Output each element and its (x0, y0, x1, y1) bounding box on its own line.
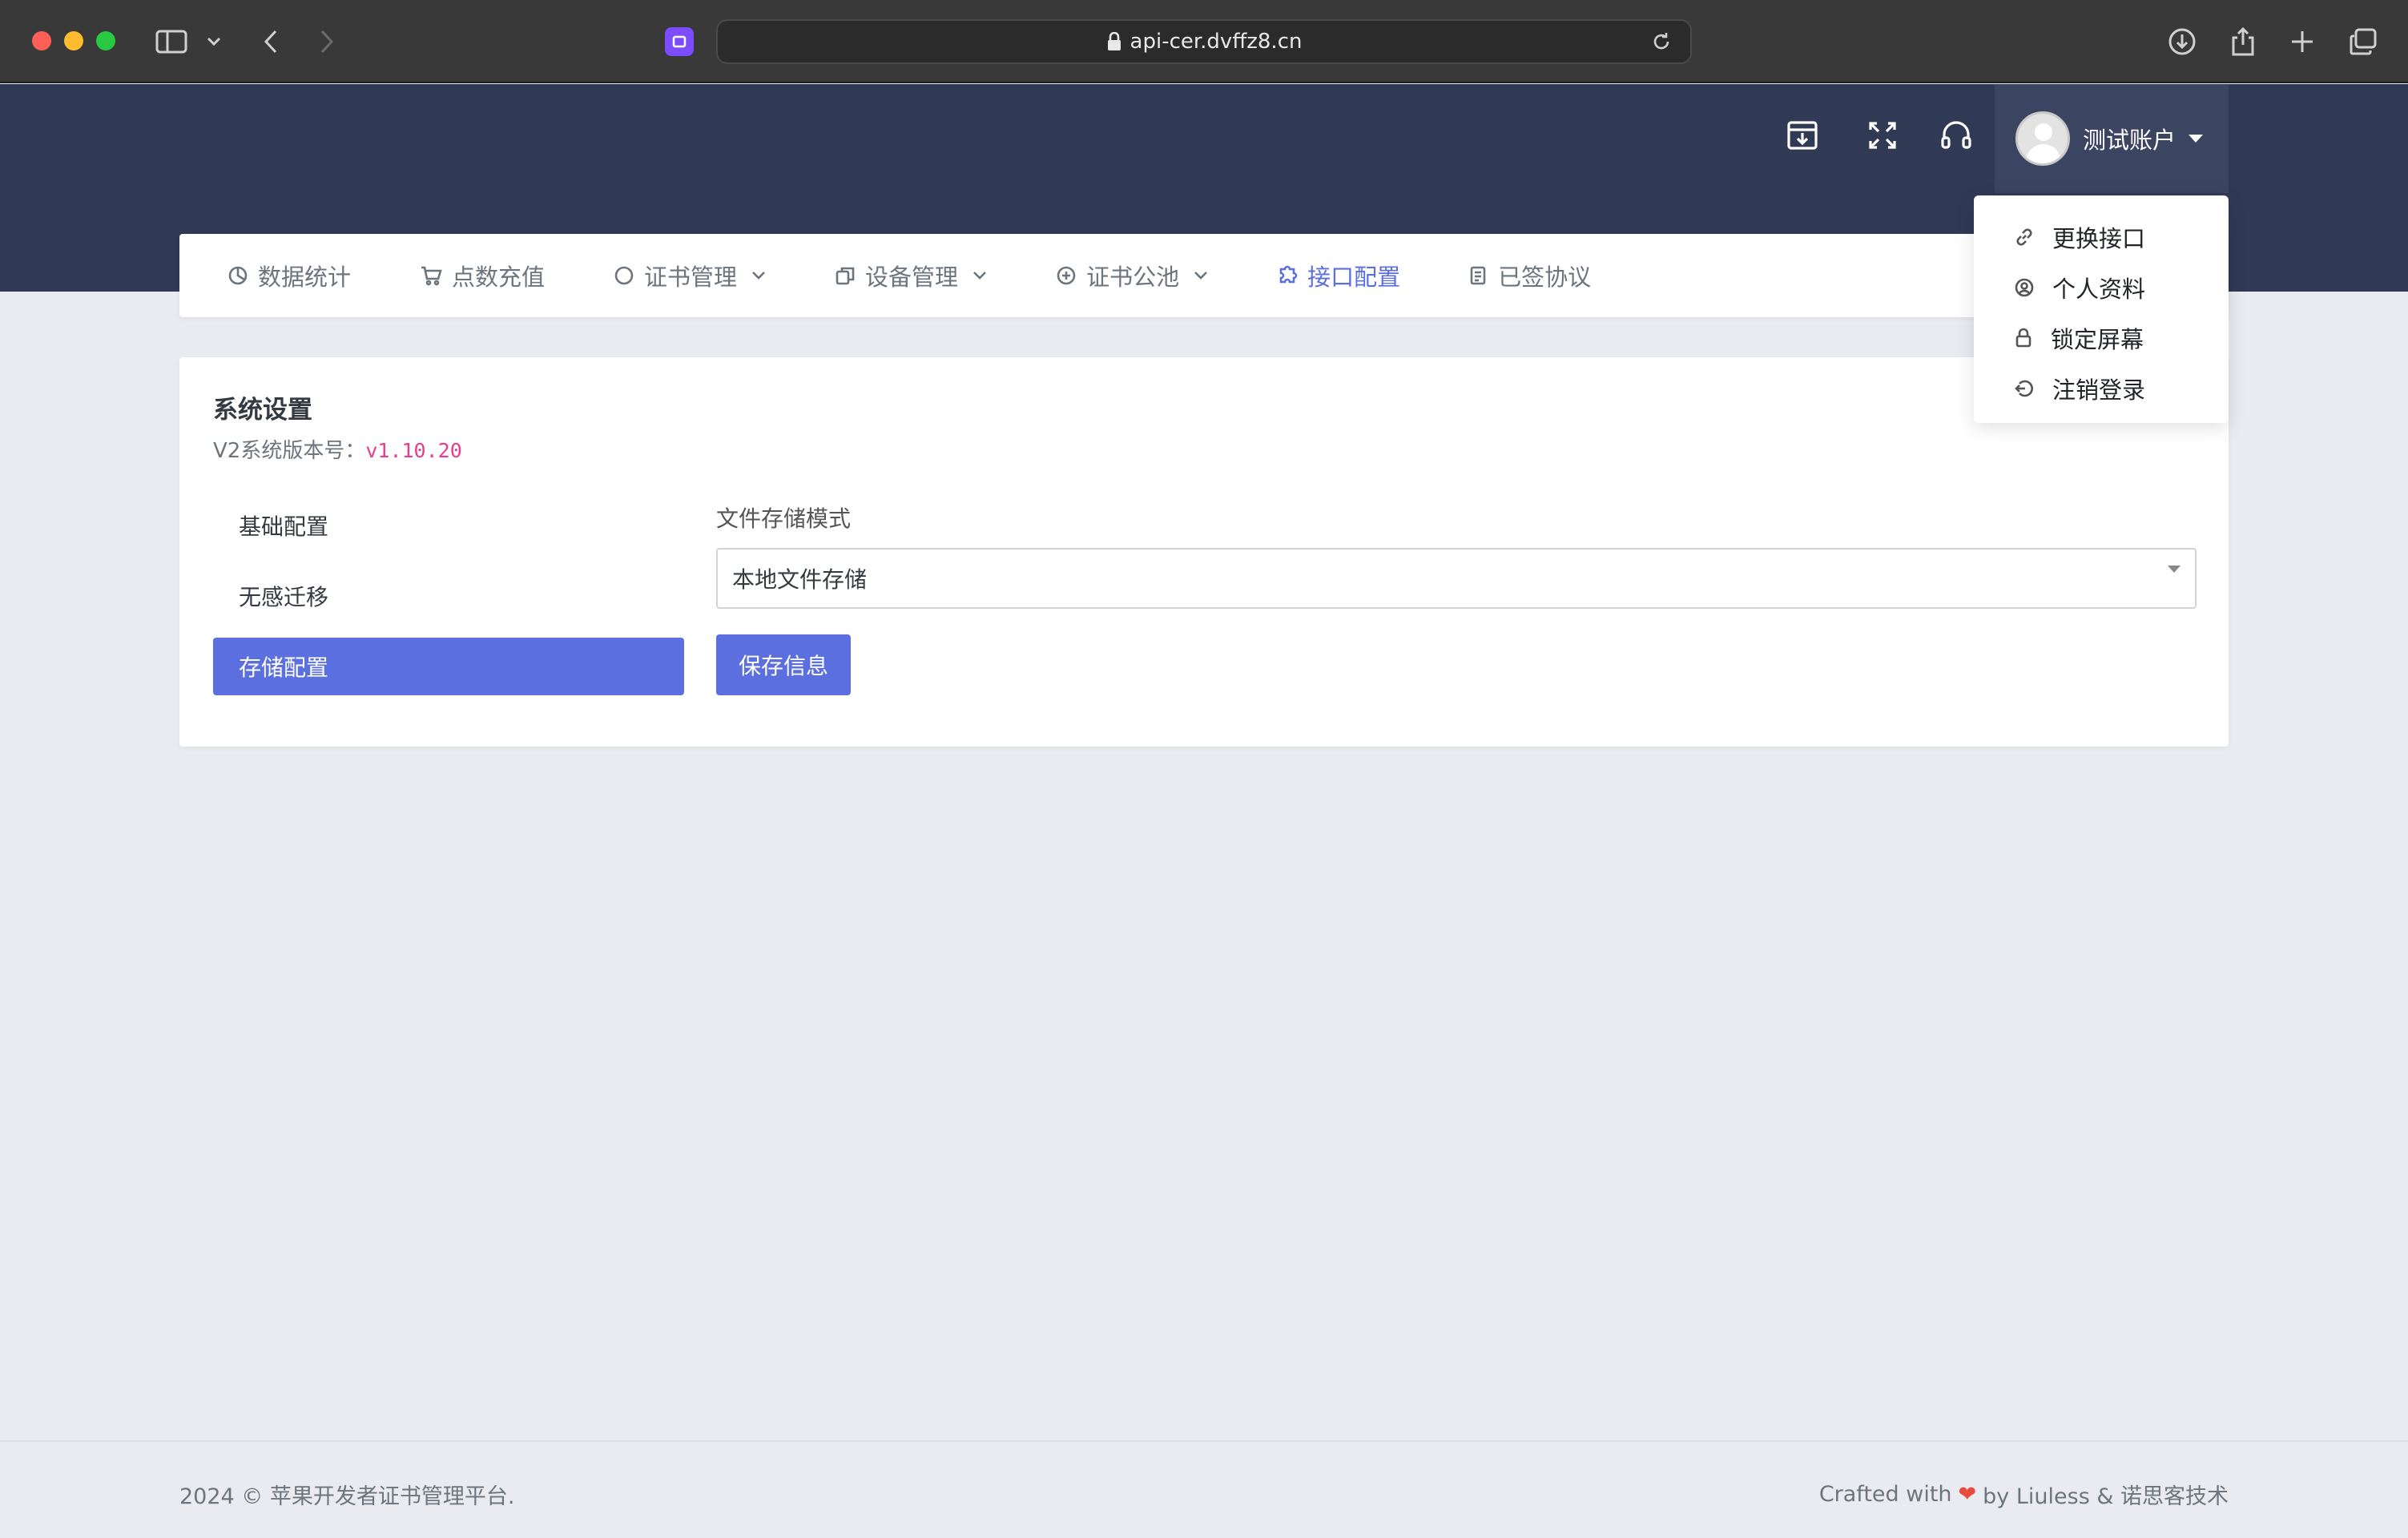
page-footer: 2024 © 苹果开发者证书管理平台. Crafted with ❤ by Li… (0, 1440, 2408, 1538)
menu-item-change-api[interactable]: 更换接口 (1974, 211, 2229, 262)
sidebar-toggle-icon[interactable] (155, 26, 187, 58)
logout-icon (2015, 380, 2033, 397)
avatar (2015, 111, 2070, 166)
settings-side-menu: 基础配置 无感迁移 存储配置 (213, 497, 684, 708)
extension-icon[interactable] (665, 27, 694, 56)
menu-item-label: 个人资料 (2052, 275, 2146, 303)
minimize-window-button[interactable] (64, 31, 83, 50)
side-item-seamless-migration[interactable]: 无感迁移 (213, 567, 684, 625)
forward-icon[interactable] (311, 26, 343, 58)
footer-credits-suffix: by Liuless & 诺思客技术 (1983, 1484, 2229, 1509)
storage-mode-value: 本地文件存储 (732, 566, 868, 593)
menu-item-label: 锁定屏幕 (2051, 325, 2144, 353)
maximize-window-button[interactable] (96, 31, 115, 50)
puzzle-icon (1279, 265, 1298, 284)
browser-toolbar: api-cer.dvffz8.cn (0, 0, 2408, 83)
version-value: v1.10.20 (365, 439, 462, 462)
user-account-toggle[interactable]: 测试账户 (1995, 84, 2229, 193)
circle-icon (614, 266, 634, 285)
menu-item-label: 更换接口 (2052, 224, 2146, 252)
link-icon (2016, 227, 2032, 246)
tab-overview-icon[interactable] (2347, 26, 2379, 58)
nav-item-statistics[interactable]: 数据统计 (228, 259, 351, 292)
nav-item-signed-agreements[interactable]: 已签协议 (1469, 259, 1591, 292)
user-circle-icon (2015, 278, 2034, 296)
menu-item-label: 注销登录 (2052, 376, 2146, 404)
fullscreen-icon[interactable] (1863, 116, 1902, 155)
lock-icon (2015, 328, 2031, 347)
user-dropdown-menu: 更换接口 个人资料 锁定屏幕 注销登录 (1974, 195, 2229, 423)
cart-icon (421, 266, 442, 286)
chevron-down-icon (1194, 272, 1207, 280)
heart-icon: ❤ (1958, 1482, 1977, 1507)
chevron-down-icon (973, 272, 986, 280)
storage-mode-select[interactable]: 本地文件存储 (716, 548, 2197, 609)
version-info: V2系统版本号：v1.10.20 (213, 434, 462, 464)
nav-item-cert-pool[interactable]: 证书公池 (1056, 259, 1208, 292)
caret-down-icon (2189, 135, 2204, 143)
main-nav: 数据统计 点数充值 证书管理 设备管理 证书公池 接口配置 已签协议 (179, 234, 2229, 317)
url-text: api-cer.dvffz8.cn (1130, 30, 1303, 54)
nav-item-label: 设备管理 (865, 264, 959, 291)
nav-item-api-config[interactable]: 接口配置 (1277, 259, 1400, 292)
caret-down-icon (2168, 566, 2180, 573)
nav-item-devices[interactable]: 设备管理 (835, 259, 987, 292)
nav-item-label: 证书管理 (644, 264, 738, 291)
user-name: 测试账户 (2083, 127, 2176, 154)
menu-item-profile[interactable]: 个人资料 (1974, 262, 2229, 312)
chevron-down-icon (752, 272, 765, 280)
storage-mode-label: 文件存储模式 (716, 505, 852, 532)
copy-icon (836, 267, 855, 285)
nav-item-recharge[interactable]: 点数充值 (420, 259, 545, 292)
menu-item-lock-screen[interactable]: 锁定屏幕 (1974, 312, 2229, 363)
page-title: 系统设置 (213, 396, 312, 425)
pie-chart-icon (228, 266, 248, 285)
nav-item-label: 证书公池 (1086, 264, 1180, 291)
footer-copyright: 2024 © 苹果开发者证书管理平台. (179, 1484, 515, 1509)
lock-icon (1107, 32, 1121, 50)
chevron-down-icon[interactable] (202, 26, 226, 58)
address-bar[interactable]: api-cer.dvffz8.cn (716, 19, 1692, 64)
nav-item-label: 已签协议 (1498, 264, 1592, 291)
footer-credits: Crafted with ❤ by Liuless & 诺思客技术 (1819, 1479, 2229, 1510)
storage-config-form: 文件存储模式 本地文件存储 保存信息 (716, 501, 2197, 695)
version-label: V2系统版本号： (213, 439, 366, 463)
reload-icon[interactable] (1650, 30, 1673, 58)
plus-circle-icon (1057, 266, 1076, 285)
new-tab-icon[interactable] (2286, 26, 2318, 58)
side-item-basic-config[interactable]: 基础配置 (213, 497, 684, 554)
menu-item-logout[interactable]: 注销登录 (1974, 363, 2229, 413)
document-icon (1470, 266, 1486, 285)
download-icon[interactable] (2166, 26, 2198, 58)
close-window-button[interactable] (32, 31, 51, 50)
nav-item-label: 数据统计 (258, 264, 352, 291)
nav-item-label: 接口配置 (1307, 264, 1401, 291)
footer-credits-prefix: Crafted with (1818, 1482, 1952, 1507)
archive-download-icon[interactable] (1783, 116, 1822, 155)
back-icon[interactable] (255, 26, 287, 58)
nav-item-label: 点数充值 (452, 264, 546, 291)
nav-item-certificates[interactable]: 证书管理 (614, 259, 766, 292)
settings-card: 系统设置 V2系统版本号：v1.10.20 基础配置 无感迁移 存储配置 文件存… (179, 357, 2229, 747)
headset-icon[interactable] (1937, 116, 1975, 155)
share-icon[interactable] (2227, 26, 2259, 58)
side-item-storage-config[interactable]: 存储配置 (213, 638, 684, 695)
save-button[interactable]: 保存信息 (716, 634, 851, 695)
